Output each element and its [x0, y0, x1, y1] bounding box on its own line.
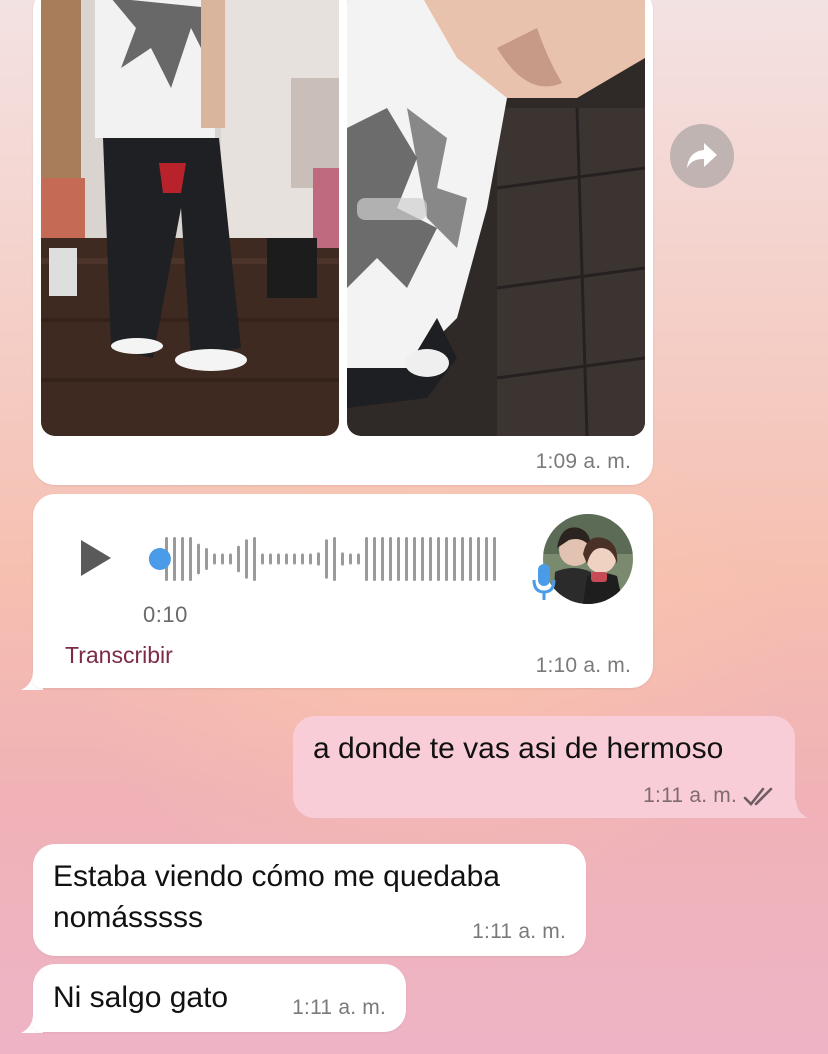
waveform-bar	[269, 553, 272, 565]
voice-message-time: 1:10 a. m.	[535, 654, 631, 677]
waveform-bar	[229, 553, 232, 565]
waveform-bar	[261, 553, 264, 565]
waveform-bar	[341, 552, 344, 566]
waveform-bar	[245, 539, 248, 579]
waveform-bar	[181, 537, 184, 581]
voice-duration: 0:10	[143, 602, 188, 627]
waveform-bar	[317, 552, 320, 566]
waveform-bar	[325, 539, 328, 579]
waveform-bar	[205, 548, 208, 570]
waveform-bar	[349, 553, 352, 565]
incoming-message-bubble[interactable]: Estaba viendo cómo me quedaba nomásssss …	[33, 844, 586, 956]
waveform-bar	[461, 537, 464, 581]
voice-waveform[interactable]	[141, 532, 501, 586]
waveform-bar	[381, 537, 384, 581]
waveform-bar	[357, 553, 360, 565]
waveform-bar	[333, 537, 336, 581]
photo-selfie-closeup-image	[347, 0, 645, 436]
incoming-message-time: 1:11 a. m.	[292, 996, 386, 1019]
voice-message-bubble: 0:10 Transcribir 1:10 a. m.	[33, 494, 653, 688]
waveform-bar	[485, 537, 488, 581]
waveform-bar	[277, 553, 280, 565]
avatar[interactable]	[543, 514, 633, 604]
incoming-message-bubble[interactable]: Ni salgo gato 1:11 a. m.	[33, 964, 406, 1032]
photo-selfie-closeup[interactable]	[347, 0, 645, 436]
outgoing-message-text: a donde te vas asi de hermoso	[313, 732, 724, 765]
outgoing-message-time: 1:11 a. m.	[643, 784, 737, 807]
playback-scrubber[interactable]	[148, 548, 171, 570]
waveform-bar	[221, 553, 224, 565]
waveform-bar	[477, 537, 480, 581]
waveform-bar	[421, 537, 424, 581]
waveform-bar	[301, 553, 304, 565]
waveform-bar	[293, 553, 296, 565]
photo-full-outfit-image	[41, 0, 339, 436]
waveform-bar	[429, 537, 432, 581]
double-check-icon	[743, 787, 773, 806]
waveform-bar	[213, 553, 216, 565]
waveform-bar	[189, 537, 192, 581]
incoming-message-time: 1:11 a. m.	[472, 920, 566, 943]
waveform-bar	[285, 553, 288, 565]
forward-share-icon	[687, 143, 717, 168]
waveform-bar	[173, 537, 176, 581]
photo-message-bubble[interactable]: 1:09 a. m.	[33, 0, 653, 485]
waveform-bar	[309, 553, 312, 565]
photo-full-outfit[interactable]	[41, 0, 339, 436]
waveform-bar	[405, 537, 408, 581]
photo-message-time: 1:09 a. m.	[535, 450, 631, 473]
microphone-icon	[532, 564, 556, 600]
transcribe-link[interactable]: Transcribir	[65, 642, 173, 669]
waveform-bar	[445, 537, 448, 581]
waveform-bar	[437, 537, 440, 581]
waveform-bar	[373, 537, 376, 581]
waveform-bar	[413, 537, 416, 581]
waveform-bar	[253, 537, 256, 581]
incoming-message-text: Ni salgo gato	[53, 981, 229, 1014]
waveform-bar	[397, 537, 400, 581]
waveform-bar	[389, 537, 392, 581]
outgoing-message-bubble[interactable]: a donde te vas asi de hermoso 1:11 a. m.	[293, 716, 795, 818]
waveform-bar	[365, 537, 368, 581]
waveform-bar	[453, 537, 456, 581]
play-icon[interactable]	[79, 538, 113, 578]
waveform-bar	[237, 545, 240, 573]
waveform-bar	[197, 543, 200, 575]
waveform-bar	[493, 537, 496, 581]
waveform-bar	[469, 537, 472, 581]
avatar-image	[543, 514, 633, 604]
forward-button[interactable]	[670, 124, 734, 188]
